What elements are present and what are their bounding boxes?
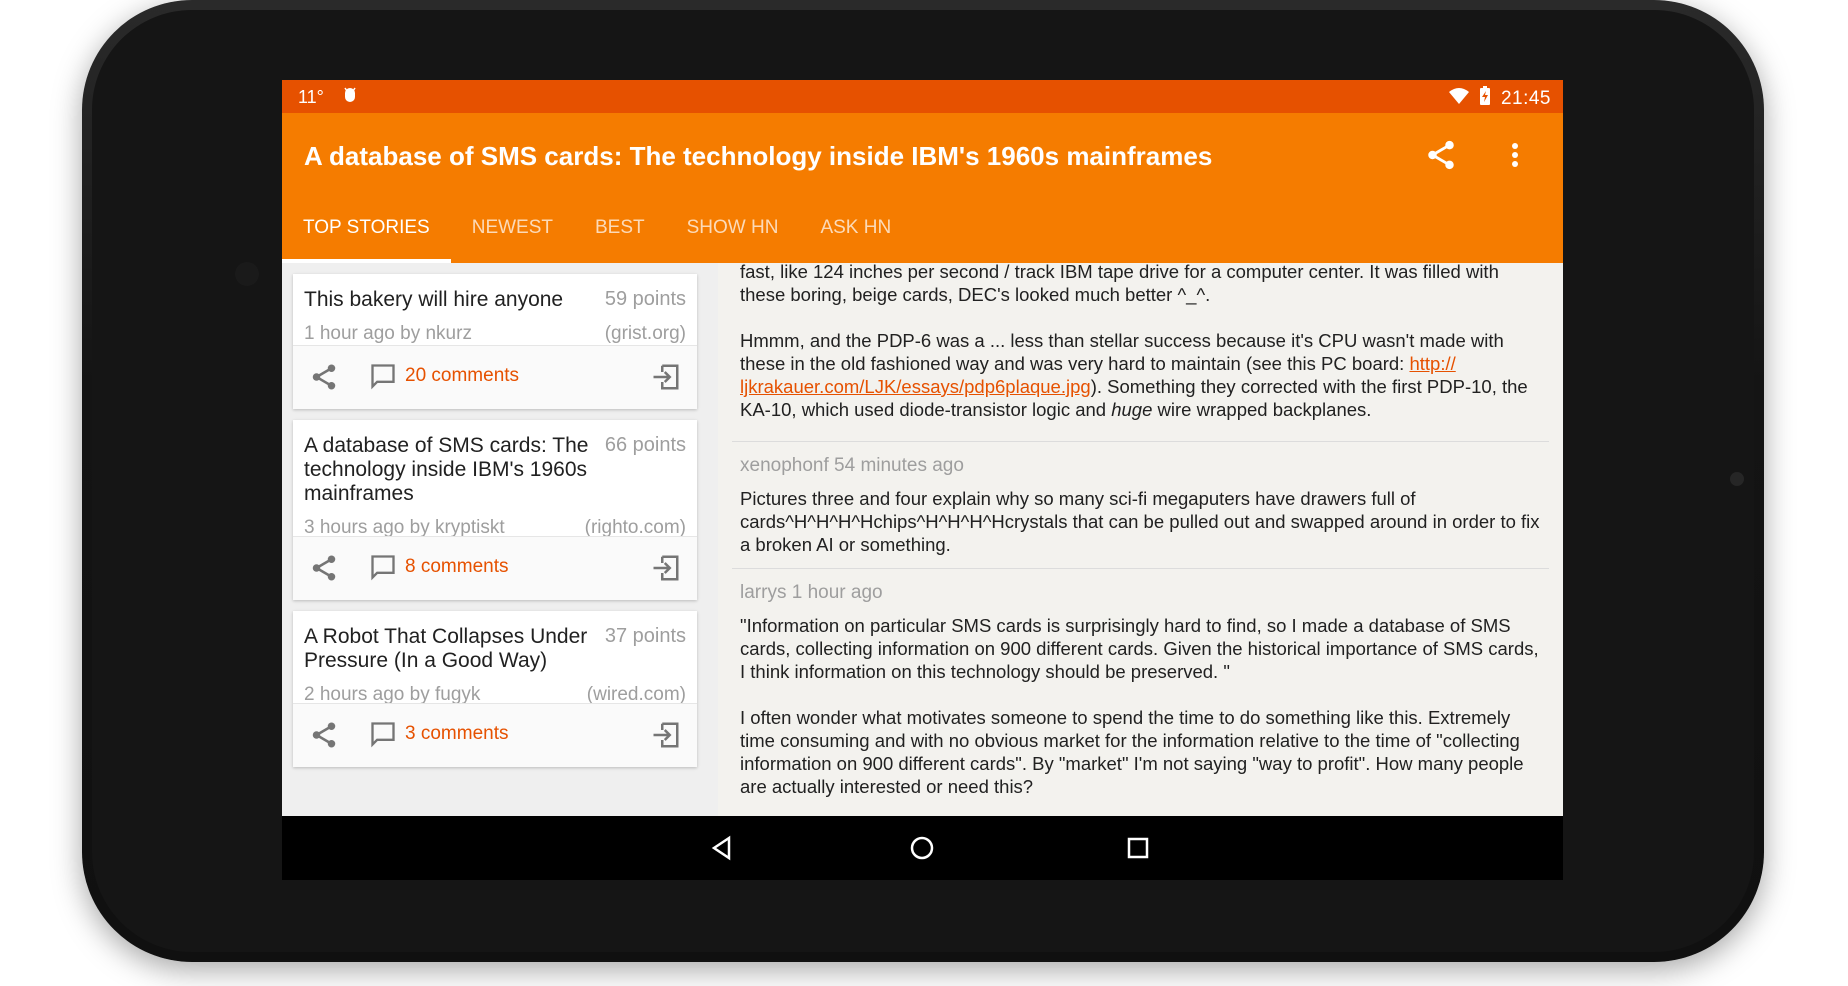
share-icon [1428,140,1454,170]
story-card[interactable]: A Robot That Collapses Under Pressure (I… [293,611,697,767]
story-open-button[interactable] [651,720,681,754]
story-share-button[interactable] [309,553,339,587]
recents-button[interactable] [1122,832,1154,864]
story-title[interactable]: This bakery will hire anyone [304,288,594,312]
comment-text: Pictures three and four explain why so m… [740,488,1540,555]
tab-best[interactable]: BEST [574,213,666,263]
comments-pane: fast, like 124 inches per second / track… [718,263,1563,880]
overflow-menu-icon [1512,143,1518,167]
battery-icon [1479,86,1491,111]
comment-icon [371,555,395,581]
home-button[interactable] [906,832,938,864]
story-points: 59 points [604,288,686,310]
comment-author[interactable]: larrys 1 hour ago [740,581,1547,604]
story-comments-button[interactable]: 20 comments [369,362,519,390]
overflow-menu-button[interactable] [1495,135,1535,175]
tab-bar: TOP STORIES NEWEST BEST SHOW HN ASK HN [282,213,912,263]
story-comments-label: 8 comments [405,556,509,577]
story-list: This bakery will hire anyone 59 points 1… [282,263,718,880]
light-sensor [235,262,259,286]
share-icon [312,364,336,390]
comment-text: fast, like 124 inches per second / track… [740,263,1499,305]
story-title[interactable]: A database of SMS cards: The technology … [304,434,594,506]
story-domain: (grist.org) [604,323,686,344]
signal-icon: 11° [298,87,324,107]
back-icon [711,835,731,861]
comment-divider [732,441,1549,442]
story-share-button[interactable] [309,720,339,754]
story-open-button[interactable] [651,362,681,396]
tab-top-stories[interactable]: TOP STORIES [282,213,451,263]
comment: xenophonf 54 minutes ago Pictures three … [740,454,1547,556]
story-points: 37 points [604,625,686,647]
story-meta: 1 hour ago by nkurz [304,323,472,344]
story-points: 66 points [604,434,686,456]
status-bar: 11° 21:45 [282,80,1563,113]
story-open-button[interactable] [651,553,681,587]
tab-show-hn[interactable]: SHOW HN [666,213,800,263]
comment-divider [732,568,1549,569]
page-title: A database of SMS cards: The technology … [304,141,1213,171]
story-comments-button[interactable]: 8 comments [369,553,508,581]
share-icon [312,555,336,581]
share-icon [312,722,336,748]
recents-icon [1127,837,1149,859]
wifi-icon [1448,88,1469,109]
comment-icon [371,364,395,390]
story-share-button[interactable] [309,362,339,396]
navigation-bar [282,816,1563,880]
app-bar: A database of SMS cards: The technology … [282,113,1563,263]
story-title[interactable]: A Robot That Collapses Under Pressure (I… [304,625,594,673]
story-card[interactable]: This bakery will hire anyone 59 points 1… [293,274,697,409]
tab-ask-hn[interactable]: ASK HN [799,213,912,263]
story-card[interactable]: A database of SMS cards: The technology … [293,420,697,600]
open-external-icon [653,722,679,748]
back-button[interactable] [706,832,738,864]
story-comments-button[interactable]: 3 comments [369,720,508,748]
home-icon [910,836,934,860]
comment-text: Hmmm, and the PDP-6 was a ... less than … [740,330,1528,420]
proximity-sensor [1730,472,1744,486]
comment-author[interactable]: xenophonf 54 minutes ago [740,454,1547,477]
open-external-icon [653,555,679,581]
comment-text: I often wonder what motivates someone to… [740,707,1524,797]
clock: 21:45 [1500,87,1551,109]
open-external-icon [653,364,679,390]
comment: larrys 1 hour ago "Information on partic… [740,581,1547,798]
story-comments-label: 3 comments [405,723,509,744]
story-comments-label: 20 comments [405,365,520,386]
android-debug-icon [342,86,358,109]
comment: fast, like 124 inches per second / track… [740,263,1547,421]
comment-icon [371,722,395,748]
screen: 11° 21:45 A database of SMS cards: The t… [282,80,1563,880]
comment-text: "Information on particular SMS cards is … [740,615,1539,682]
tab-newest[interactable]: NEWEST [451,213,574,263]
share-button[interactable] [1421,135,1461,175]
